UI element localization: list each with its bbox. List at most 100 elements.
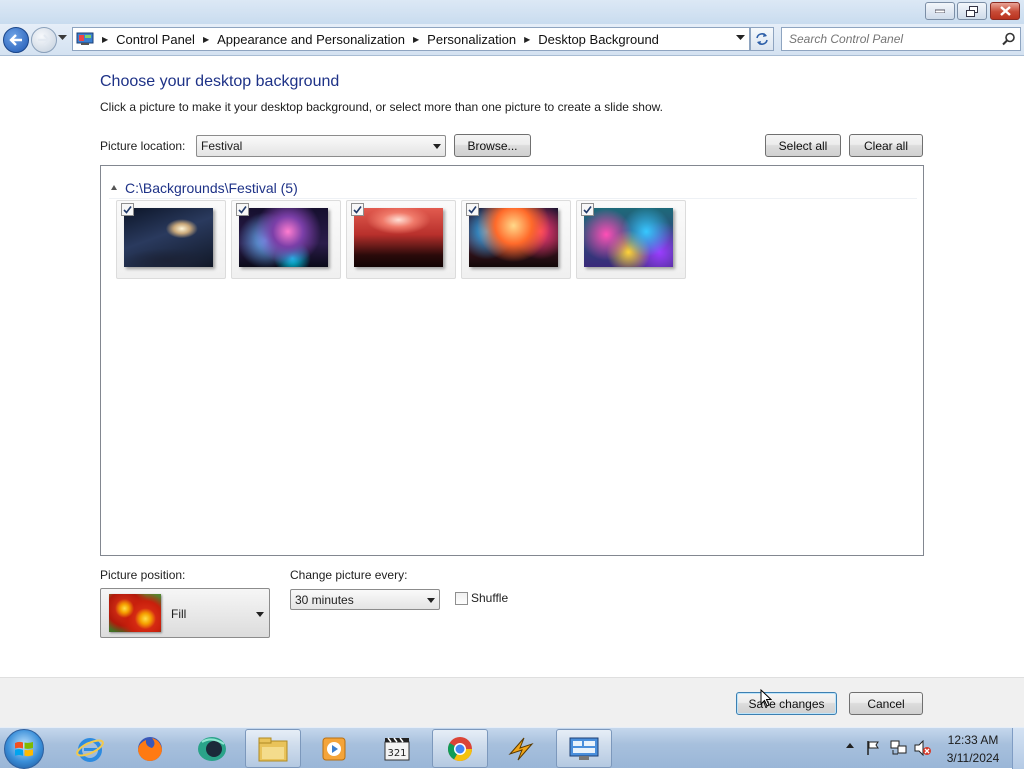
taskbar-control-panel[interactable] — [556, 729, 612, 768]
taskbar-internet-explorer[interactable] — [62, 729, 118, 768]
taskbar-chrome[interactable] — [432, 729, 488, 768]
media-player-classic-icon: 321 — [384, 737, 410, 760]
checkmark-icon — [468, 206, 477, 214]
taskbar-app[interactable] — [184, 729, 240, 768]
control-panel-icon — [569, 737, 599, 760]
search-icon[interactable] — [1002, 32, 1016, 46]
change-interval-dropdown[interactable]: 30 minutes — [290, 589, 440, 610]
back-button[interactable] — [3, 27, 29, 53]
picture-checkbox[interactable] — [121, 203, 134, 216]
show-hidden-icons-icon[interactable] — [846, 743, 854, 749]
checkmark-icon — [353, 206, 362, 214]
picture-thumbnail[interactable] — [231, 200, 341, 279]
browse-button[interactable]: Browse... — [454, 134, 531, 157]
group-header[interactable]: C:\Backgrounds\Festival (5) — [109, 177, 917, 199]
refresh-button[interactable] — [750, 27, 774, 51]
chevron-right-icon: ▶ — [102, 34, 109, 44]
stage-lights-photo — [469, 208, 558, 267]
search-box[interactable] — [781, 27, 1021, 51]
start-button[interactable] — [4, 729, 44, 769]
picture-location-value: Festival — [201, 139, 243, 153]
breadcrumb-appearance[interactable]: Appearance and Personalization — [217, 32, 405, 47]
checkmark-icon — [238, 206, 247, 214]
picture-location-label: Picture location: — [100, 139, 186, 153]
concert-stage-photo — [124, 208, 213, 267]
clear-all-button[interactable]: Clear all — [849, 134, 923, 157]
clock-date[interactable]: 3/11/2024 — [940, 751, 1006, 765]
navigation-bar: ▶ Control Panel ▶ Appearance and Persona… — [0, 24, 1024, 56]
network-icon[interactable] — [890, 740, 908, 756]
taskbar: 321 — [0, 727, 1024, 769]
file-explorer-icon — [258, 737, 288, 761]
taskbar-firefox[interactable] — [122, 729, 178, 768]
restore-button[interactable] — [957, 2, 987, 20]
picture-checkbox[interactable] — [351, 203, 364, 216]
shuffle-label[interactable]: Shuffle — [471, 591, 508, 605]
show-desktop-button[interactable] — [1012, 728, 1024, 769]
volume-muted-icon[interactable] — [914, 740, 932, 756]
refresh-icon — [756, 33, 768, 45]
picture-location-dropdown[interactable]: Festival — [196, 135, 446, 157]
page-description: Click a picture to make it your desktop … — [100, 100, 663, 114]
address-bar[interactable]: ▶ Control Panel ▶ Appearance and Persona… — [72, 27, 750, 51]
chevron-down-icon — [433, 144, 441, 149]
clock-time[interactable]: 12:33 AM — [940, 733, 1006, 747]
address-dropdown-icon[interactable] — [736, 35, 745, 41]
close-button[interactable] — [990, 2, 1020, 20]
picture-position-dropdown[interactable]: Fill — [100, 588, 270, 638]
group-title: C:\Backgrounds\Festival (5) — [125, 179, 298, 196]
taskbar-winamp[interactable] — [493, 729, 549, 768]
breadcrumb-control-panel[interactable]: Control Panel — [116, 32, 195, 47]
forward-button[interactable] — [31, 27, 57, 53]
cancel-button[interactable]: Cancel — [849, 692, 923, 715]
search-input[interactable] — [782, 28, 992, 50]
chevron-right-icon[interactable]: ▶ — [203, 35, 209, 44]
collapse-icon[interactable] — [111, 185, 117, 190]
color-powder-crowd-photo — [584, 208, 673, 267]
forward-arrow-icon — [38, 34, 51, 46]
minimize-icon — [935, 9, 945, 13]
mouse-cursor-icon — [760, 689, 772, 707]
footer-bar: Save changes Cancel — [0, 677, 1024, 727]
red-stage-crowd-photo — [354, 208, 443, 267]
taskbar-media-player[interactable] — [306, 729, 362, 768]
checkmark-icon — [583, 206, 592, 214]
taskbar-media-player-classic[interactable]: 321 — [369, 729, 425, 768]
chevron-right-icon[interactable]: ▶ — [524, 35, 530, 44]
back-arrow-icon — [9, 34, 22, 46]
picture-checkbox[interactable] — [236, 203, 249, 216]
picture-thumbnail[interactable] — [346, 200, 456, 279]
save-changes-button[interactable]: Save changes — [736, 692, 837, 715]
picture-thumbnail[interactable] — [576, 200, 686, 279]
shuffle-checkbox[interactable] — [455, 592, 468, 605]
control-panel-icon — [76, 32, 94, 45]
picture-list[interactable]: C:\Backgrounds\Festival (5) — [100, 165, 924, 556]
taskbar-file-explorer[interactable] — [245, 729, 301, 768]
minimize-button[interactable] — [925, 2, 955, 20]
title-bar — [0, 0, 1024, 24]
picture-position-label: Picture position: — [100, 568, 186, 582]
chevron-down-icon — [427, 597, 435, 603]
media-player-icon — [322, 737, 346, 760]
app-globe-icon — [198, 736, 226, 761]
winamp-icon — [508, 737, 534, 760]
picture-thumbnail[interactable] — [116, 200, 226, 279]
close-icon — [999, 6, 1011, 16]
select-all-button[interactable]: Select all — [765, 134, 841, 157]
firefox-icon — [138, 736, 162, 761]
recent-pages-icon[interactable] — [58, 35, 67, 41]
fireworks-crowd-photo — [239, 208, 328, 267]
picture-checkbox[interactable] — [581, 203, 594, 216]
page-title: Choose your desktop background — [100, 73, 340, 90]
position-preview-image — [109, 594, 161, 632]
chrome-icon — [447, 736, 472, 761]
picture-thumbnail[interactable] — [461, 200, 571, 279]
action-center-flag-icon[interactable] — [866, 740, 880, 756]
picture-checkbox[interactable] — [466, 203, 479, 216]
svg-text:321: 321 — [387, 748, 406, 759]
breadcrumb-desktop-background[interactable]: Desktop Background — [538, 32, 659, 47]
windows-logo-icon — [15, 741, 33, 757]
change-interval-label: Change picture every: — [290, 568, 408, 582]
breadcrumb-personalization[interactable]: Personalization — [427, 32, 516, 47]
chevron-right-icon[interactable]: ▶ — [413, 35, 419, 44]
